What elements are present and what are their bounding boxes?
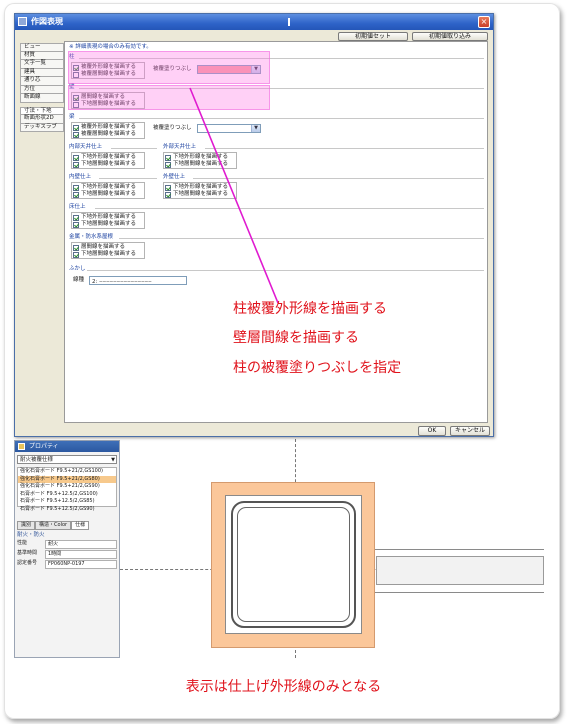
leader-line: [189, 87, 279, 304]
annotation-line-2: 壁層間線を描画する: [233, 330, 359, 346]
annotation-line-1: 柱被覆外形線を描画する: [233, 301, 387, 317]
annotation-line-3: 柱の被覆塗りつぶしを指定: [233, 360, 402, 376]
footer-caption: 表示は仕上げ外形線のみとなる: [185, 679, 382, 695]
